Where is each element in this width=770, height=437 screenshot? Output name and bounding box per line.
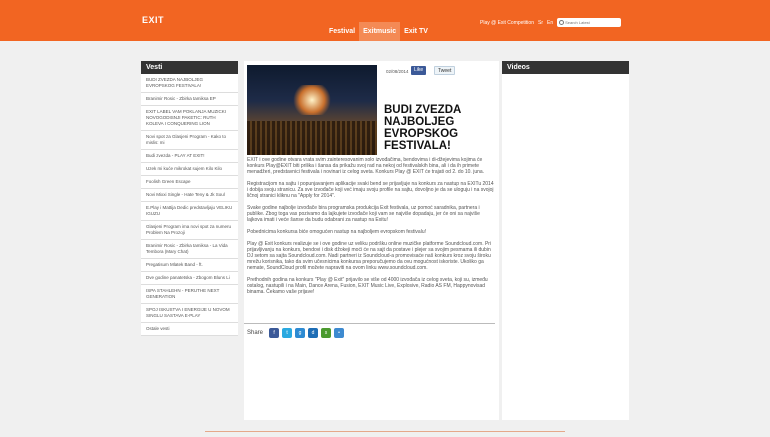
- article-paragraph: Pobednicima konkursa biće omogućen nastu…: [247, 229, 426, 235]
- share-label: Share: [247, 330, 264, 336]
- promo-link[interactable]: Play @ Exit Competition: [480, 20, 534, 26]
- search-input[interactable]: [565, 20, 621, 25]
- videos-panel: Videos: [502, 61, 629, 420]
- nav-exit-tv[interactable]: Exit TV: [400, 22, 432, 41]
- news-item[interactable]: Branimir Rosic - Zbirka tamiksa - La Vid…: [141, 240, 238, 259]
- article-paragraph: EXIT i ove godine otvara vrata svim zain…: [247, 157, 485, 175]
- news-item[interactable]: Branimir Rosic - Zbirka tamiksa EP: [141, 93, 238, 106]
- concert-photo: [247, 65, 377, 155]
- news-heading: Vesti: [141, 61, 238, 74]
- tweet-button[interactable]: Tweet: [434, 66, 456, 75]
- article-panel: 02/08/2014 Like Tweet BUDI ZVEZDA NAJBOL…: [244, 61, 499, 420]
- news-item[interactable]: Uzek mi kuće mikrokat sujem Kilo Kilo: [141, 163, 238, 176]
- facebook-share-icon[interactable]: f: [269, 328, 280, 338]
- google-plus-share-icon[interactable]: g: [295, 328, 306, 338]
- news-item[interactable]: BUDI ZVEZDA NAJBOLJEG EVROPSKOG FESTIVAL…: [141, 74, 238, 93]
- lang-sr[interactable]: Sr: [538, 20, 543, 26]
- news-item[interactable]: E.Play i Mattija Dedic predstavljaju VEL…: [141, 202, 238, 221]
- footer-divider: [205, 431, 565, 432]
- news-item[interactable]: EXIT LABEL VAM POKLANJA MUZICKI NOVOGODI…: [141, 106, 238, 131]
- main-nav: Festival Exitmusic Exit TV: [325, 22, 432, 41]
- article-paragraph: Prethodnih godina na konkurs "Play @ Exi…: [247, 277, 488, 295]
- news-sidebar: Vesti BUDI ZVEZDA NAJBOLJEG EVROPSKOG FE…: [141, 61, 238, 336]
- stage-light: [292, 85, 332, 115]
- article-paragraph: Svake godine najbolje izvođače bira prog…: [247, 205, 480, 223]
- tweet-label: Tweet: [438, 68, 452, 74]
- stumble-share-icon[interactable]: s: [321, 328, 332, 338]
- nav-festival[interactable]: Festival: [325, 22, 359, 41]
- content-container: Vesti BUDI ZVEZDA NAJBOLJEG EVROPSKOG FE…: [141, 60, 629, 420]
- exit-logo[interactable]: EXIT: [142, 15, 164, 25]
- nav-exitmusic[interactable]: Exitmusic: [359, 22, 401, 41]
- search-box: [557, 18, 622, 27]
- news-item[interactable]: Budi zvezda - PLAY AT EXIT!: [141, 150, 238, 163]
- news-item[interactable]: Glasjeni Program ima novi spot za numeru…: [141, 221, 238, 240]
- article-paragraph: Play @ Exit konkurs realizuje se i ove g…: [247, 241, 492, 271]
- news-item[interactable]: SPOJ ISKUSTVA I ENERGIJE U NOVOM SINGLU …: [141, 304, 238, 323]
- twitter-share-icon[interactable]: t: [282, 328, 293, 338]
- lang-en[interactable]: En: [547, 20, 553, 26]
- more-news-link[interactable]: Ostale vesti: [141, 323, 238, 336]
- article-header: 02/08/2014 Like Tweet BUDI ZVEZDA NAJBOL…: [246, 63, 497, 155]
- top-bar: EXIT Festival Exitmusic Exit TV Play @ E…: [0, 0, 770, 41]
- top-right-tools: Play @ Exit Competition Sr En: [480, 18, 622, 27]
- search-icon[interactable]: [559, 20, 565, 25]
- digg-share-icon[interactable]: d: [308, 328, 319, 338]
- delicious-share-icon[interactable]: •: [334, 328, 345, 338]
- news-item[interactable]: Pregatisum Mlatek Band - ft.: [141, 259, 238, 272]
- article-date: 02/08/2014: [386, 69, 409, 74]
- news-item[interactable]: Dve godine panatetska - Zbogom Bluns Li: [141, 272, 238, 285]
- article-paragraph: Registracijom na sajtu i popunjavanjem a…: [247, 181, 494, 199]
- news-item[interactable]: Novi Mixxi Single - Hate Teny & Jk Soul: [141, 189, 238, 202]
- videos-heading: Videos: [502, 61, 629, 74]
- article-body: EXIT i ove godine otvara vrata svim zain…: [247, 157, 495, 301]
- news-item[interactable]: ISPA STAHLEHN - PERUTHE NEXT GENERATION: [141, 285, 238, 304]
- like-label: Like: [414, 67, 424, 73]
- crowd: [247, 121, 377, 155]
- share-bar: Share f t g d s •: [244, 323, 495, 338]
- facebook-like-button[interactable]: Like: [411, 66, 427, 75]
- news-item[interactable]: Foolish Green Escape: [141, 176, 238, 189]
- news-item[interactable]: Novi spot za Glasjeni Program - Kako to …: [141, 131, 238, 150]
- article-headline: BUDI ZVEZDA NAJBOLJEG EVROPSKOG FESTIVAL…: [384, 104, 461, 152]
